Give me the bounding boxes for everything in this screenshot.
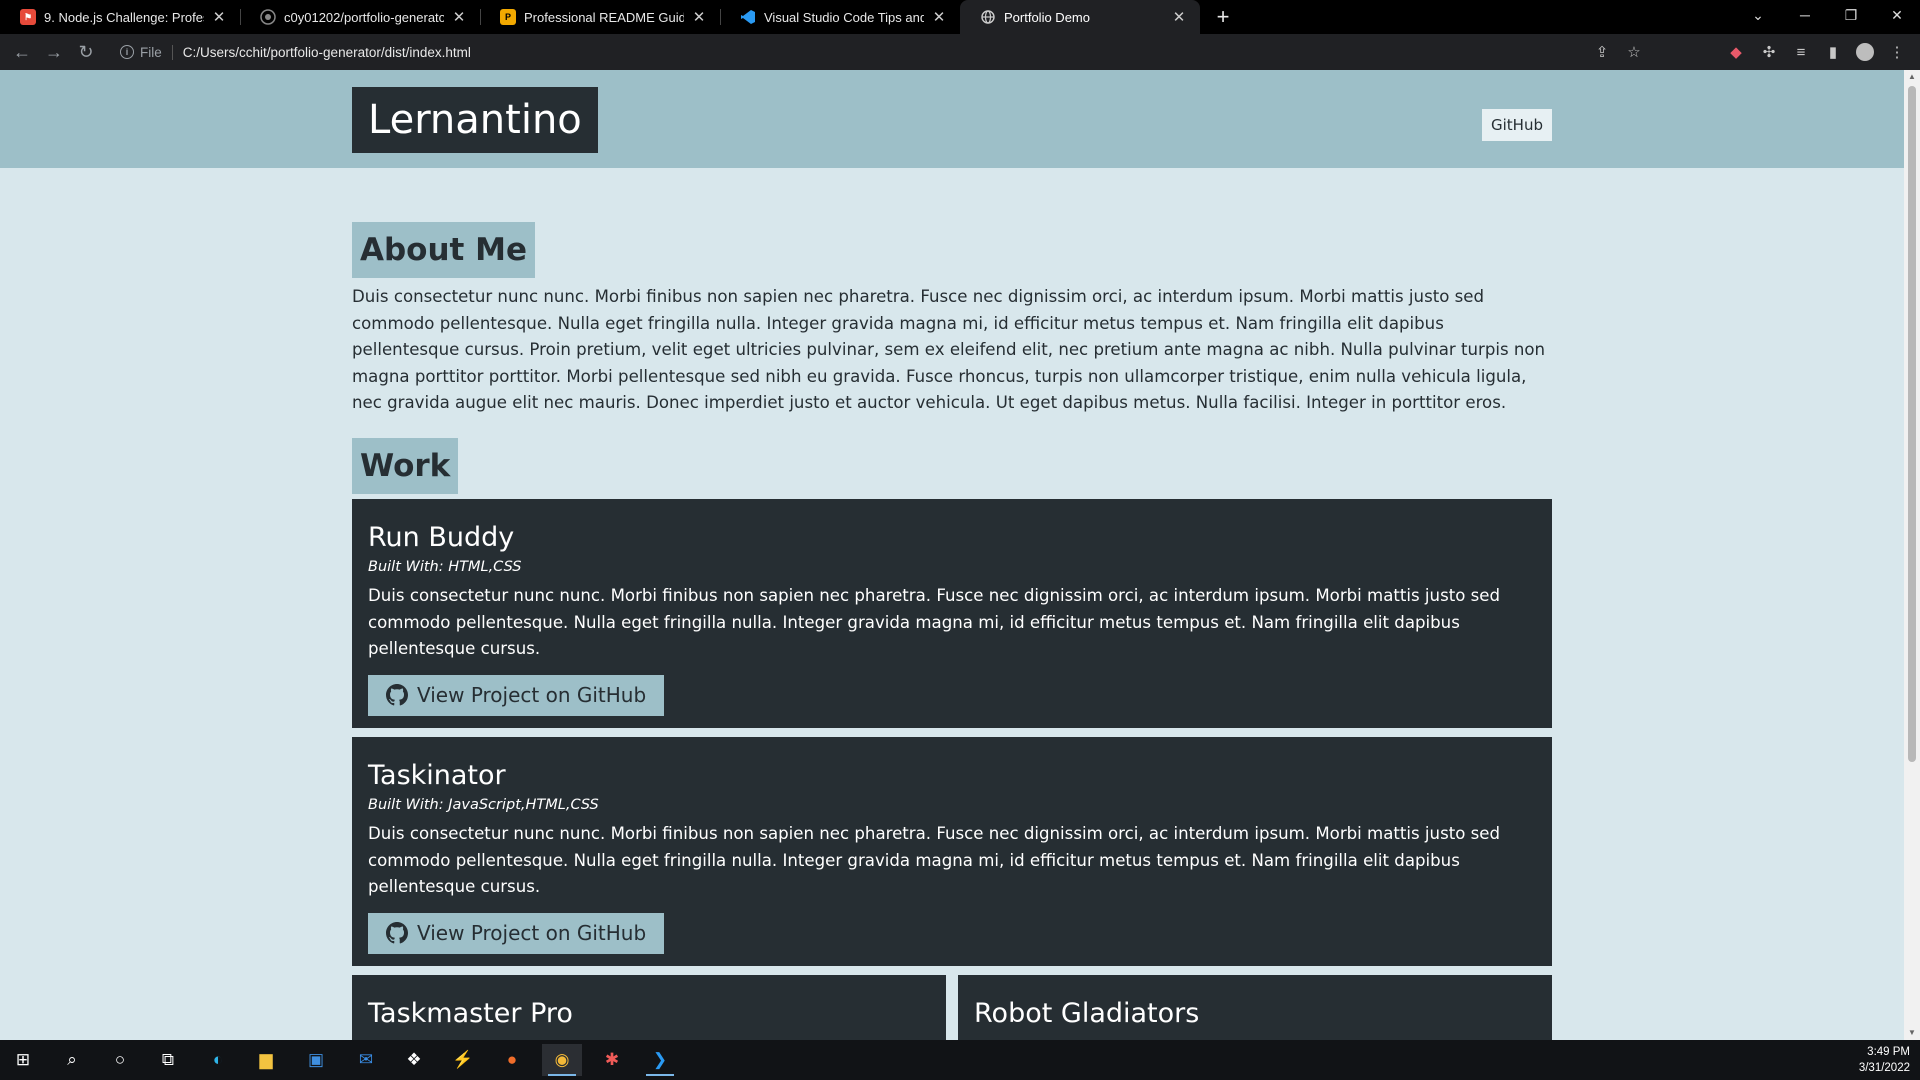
trilogy-icon: ⚑	[20, 9, 36, 25]
close-icon[interactable]: ✕	[690, 8, 708, 26]
power-automate-icon[interactable]: ⚡	[443, 1044, 483, 1076]
side-panel-icon[interactable]: ▮	[1821, 40, 1845, 64]
taskbar: ⊞ ⌕ ○ ⧉ ◐ ▆ ▣ ✉ ❖ ⚡ ● ◉ ✱ ❯ 3:49 PM 3/31…	[0, 1040, 1920, 1080]
docs-icon: P	[500, 9, 516, 25]
scroll-up-icon[interactable]: ▲	[1904, 70, 1920, 84]
extension-record-icon[interactable]: ◆	[1724, 40, 1748, 64]
forward-icon[interactable]: →	[38, 36, 70, 68]
reload-icon[interactable]: ↻	[70, 36, 102, 68]
close-icon[interactable]: ✕	[450, 8, 468, 26]
view-project-button[interactable]: View Project on GitHub	[368, 912, 665, 954]
scrollbar-thumb[interactable]	[1908, 86, 1916, 762]
tab-search-icon[interactable]: ⌄	[1735, 0, 1781, 30]
browser-tab-2[interactable]: P Professional README Guide | The ✕	[480, 0, 720, 34]
site-brand[interactable]: Lernantino	[352, 87, 598, 153]
address-bar[interactable]: i File C:/Users/cchit/portfolio-generato…	[108, 38, 1668, 66]
project-card: Run Buddy Built With: HTML,CSS Duis cons…	[352, 499, 1552, 728]
browser-tab-1[interactable]: c0y01202/portfolio-generator ✕	[240, 0, 480, 34]
firefox-icon[interactable]: ●	[492, 1044, 532, 1076]
tab-title: Visual Studio Code Tips and Trick	[764, 9, 924, 25]
project-description: Duis consectetur nunc nunc. Morbi finibu…	[368, 824, 1501, 896]
github-icon	[386, 684, 408, 706]
windows-start-icon[interactable]: ⊞	[3, 1044, 43, 1076]
extensions-puzzle-icon[interactable]: ✣	[1757, 40, 1781, 64]
project-title: Taskinator	[368, 760, 506, 791]
media-control-icon[interactable]: ≡	[1789, 40, 1813, 64]
system-clock[interactable]: 3:49 PM 3/31/2022	[1830, 1044, 1910, 1076]
project-built-with: Built With: HTML,CSS	[368, 559, 522, 575]
github-nav-link[interactable]: GitHub	[1482, 109, 1552, 141]
mail-icon[interactable]: ✉	[346, 1044, 386, 1076]
profile-avatar-icon[interactable]	[1853, 40, 1877, 64]
scroll-down-icon[interactable]: ▼	[1904, 1026, 1920, 1040]
address-scheme: File	[140, 44, 173, 60]
about-heading: About Me	[352, 222, 536, 278]
browser-tab-4[interactable]: Portfolio Demo ✕	[960, 0, 1200, 34]
share-icon[interactable]: ⇪	[1590, 40, 1614, 64]
chrome-icon[interactable]: ◉	[542, 1044, 582, 1076]
tab-title: Professional README Guide | The	[524, 9, 684, 25]
view-project-button[interactable]: View Project on GitHub	[368, 674, 665, 716]
project-card: Taskmaster Pro	[352, 975, 946, 1040]
minimize-icon[interactable]: ─	[1782, 0, 1828, 30]
globe-icon	[980, 9, 996, 25]
work-heading: Work	[352, 438, 459, 494]
clock-date: 3/31/2022	[1858, 1062, 1910, 1074]
tab-title: 9. Node.js Challenge: Professiona	[44, 9, 204, 25]
menu-kebab-icon[interactable]: ⋮	[1885, 40, 1909, 64]
search-icon[interactable]: ⌕	[52, 1044, 92, 1076]
close-icon[interactable]: ✕	[930, 8, 948, 26]
project-title: Run Buddy	[368, 522, 515, 553]
cortana-icon[interactable]: ○	[100, 1044, 140, 1076]
view-project-label: View Project on GitHub	[417, 683, 647, 707]
about-text: Duis consectetur nunc nunc. Morbi finibu…	[352, 287, 1546, 412]
project-description: Duis consectetur nunc nunc. Morbi finibu…	[368, 586, 1501, 658]
tab-title: Portfolio Demo	[1004, 9, 1090, 25]
slack-icon[interactable]: ✱	[592, 1044, 632, 1076]
view-project-label: View Project on GitHub	[417, 921, 647, 945]
dropbox-icon[interactable]: ❖	[394, 1044, 434, 1076]
tab-title: c0y01202/portfolio-generator	[284, 9, 444, 25]
store-icon[interactable]: ▣	[296, 1044, 336, 1076]
new-tab-button[interactable]: +	[1206, 0, 1240, 34]
page-viewport: Lernantino GitHub About Me Duis consecte…	[0, 70, 1904, 1040]
project-title: Taskmaster Pro	[368, 998, 573, 1029]
address-url: C:/Users/cchit/portfolio-generator/dist/…	[182, 44, 471, 60]
close-icon[interactable]: ✕	[210, 8, 228, 26]
restore-icon[interactable]: ❐	[1828, 0, 1874, 30]
github-icon	[386, 922, 408, 944]
project-card: Robot Gladiators	[958, 975, 1552, 1040]
github-icon	[260, 9, 276, 25]
back-icon[interactable]: ←	[6, 36, 38, 68]
close-icon[interactable]: ✕	[1170, 8, 1188, 26]
project-card: Taskinator Built With: JavaScript,HTML,C…	[352, 737, 1552, 966]
task-view-icon[interactable]: ⧉	[148, 1044, 188, 1076]
project-built-with: Built With: JavaScript,HTML,CSS	[368, 797, 599, 813]
project-title: Robot Gladiators	[974, 998, 1200, 1029]
vscode-icon[interactable]: ❯	[640, 1044, 680, 1076]
bookmark-star-icon[interactable]: ☆	[1622, 40, 1646, 64]
window-close-icon[interactable]: ✕	[1874, 0, 1920, 30]
clock-time: 3:49 PM	[1867, 1046, 1910, 1058]
page-scrollbar[interactable]: ▲ ▼	[1904, 70, 1920, 1040]
browser-tab-3[interactable]: Visual Studio Code Tips and Trick ✕	[720, 0, 960, 34]
file-explorer-icon[interactable]: ▆	[246, 1044, 286, 1076]
site-header: Lernantino GitHub	[0, 70, 1904, 168]
vscode-icon	[740, 9, 756, 25]
info-icon[interactable]: i	[120, 45, 134, 59]
browser-tab-0[interactable]: ⚑ 9. Node.js Challenge: Professiona ✕	[0, 0, 240, 34]
tab-strip: ⚑ 9. Node.js Challenge: Professiona ✕ c0…	[0, 0, 1920, 34]
edge-icon[interactable]: ◐	[198, 1044, 238, 1076]
